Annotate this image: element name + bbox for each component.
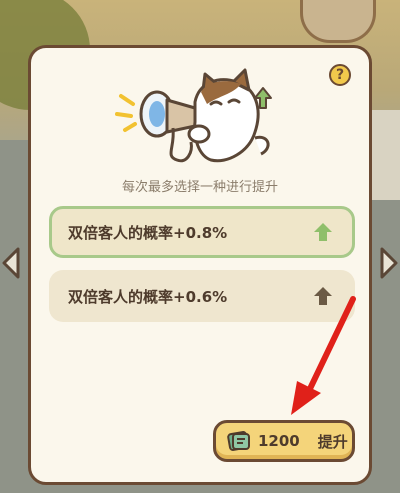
selection-hint: 每次最多选择一种进行提升 bbox=[121, 180, 278, 195]
cat-megaphone-icon bbox=[115, 68, 272, 163]
ticket-icon bbox=[227, 431, 250, 451]
upgrade-option-1[interactable]: 双倍客人的概率+0.8% bbox=[49, 206, 355, 258]
up-arrow-icon bbox=[314, 223, 332, 241]
upgrade-button-label: 提升 bbox=[317, 432, 348, 451]
nav-right-arrow-icon[interactable] bbox=[376, 245, 400, 281]
upgrade-button[interactable]: 1200 提升 bbox=[213, 420, 355, 462]
background-wall bbox=[370, 110, 400, 200]
option-label: 双倍客人的概率+0.6% bbox=[68, 287, 228, 306]
upgrade-cost: 1200 bbox=[258, 432, 300, 450]
red-pointer-arrow-icon bbox=[291, 296, 356, 415]
option-label: 双倍客人的概率+0.8% bbox=[68, 223, 228, 242]
help-button[interactable]: ? bbox=[329, 64, 351, 86]
nav-left-arrow-icon[interactable] bbox=[0, 245, 24, 281]
